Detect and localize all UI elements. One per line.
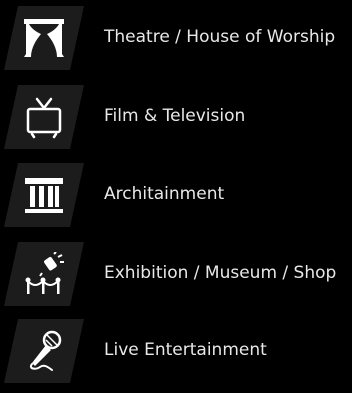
menu-item-architainment[interactable]: Architainment (0, 163, 352, 237)
menu-item-label: Exhibition / Museum / Shop (104, 263, 337, 283)
menu-item-live-entertainment[interactable]: Live Entertainment (0, 319, 352, 393)
menu-item-label: Live Entertainment (104, 340, 267, 360)
theatre-curtains-icon (24, 19, 64, 57)
menu-item-label: Theatre / House of Worship (104, 27, 336, 47)
menu-item-theatre[interactable]: Theatre / House of Worship (0, 6, 352, 80)
menu-item-label: Film & Television (104, 106, 246, 126)
icon-tile (4, 163, 84, 227)
menu-item-label: Architainment (104, 184, 225, 204)
television-icon (26, 97, 62, 139)
menu-item-exhibition-museum-shop[interactable]: Exhibition / Museum / Shop (0, 242, 352, 316)
microphone-icon (30, 330, 62, 371)
spotlight-rope-barrier-icon (25, 252, 64, 294)
classical-building-icon (25, 178, 63, 213)
menu-item-film-television[interactable]: Film & Television (0, 85, 352, 159)
category-menu: Theatre / House of Worship Film & Televi… (0, 0, 352, 383)
icon-tile (4, 319, 84, 383)
icon-tile (4, 85, 84, 149)
icon-tile (4, 242, 84, 306)
icon-tile (4, 6, 84, 70)
